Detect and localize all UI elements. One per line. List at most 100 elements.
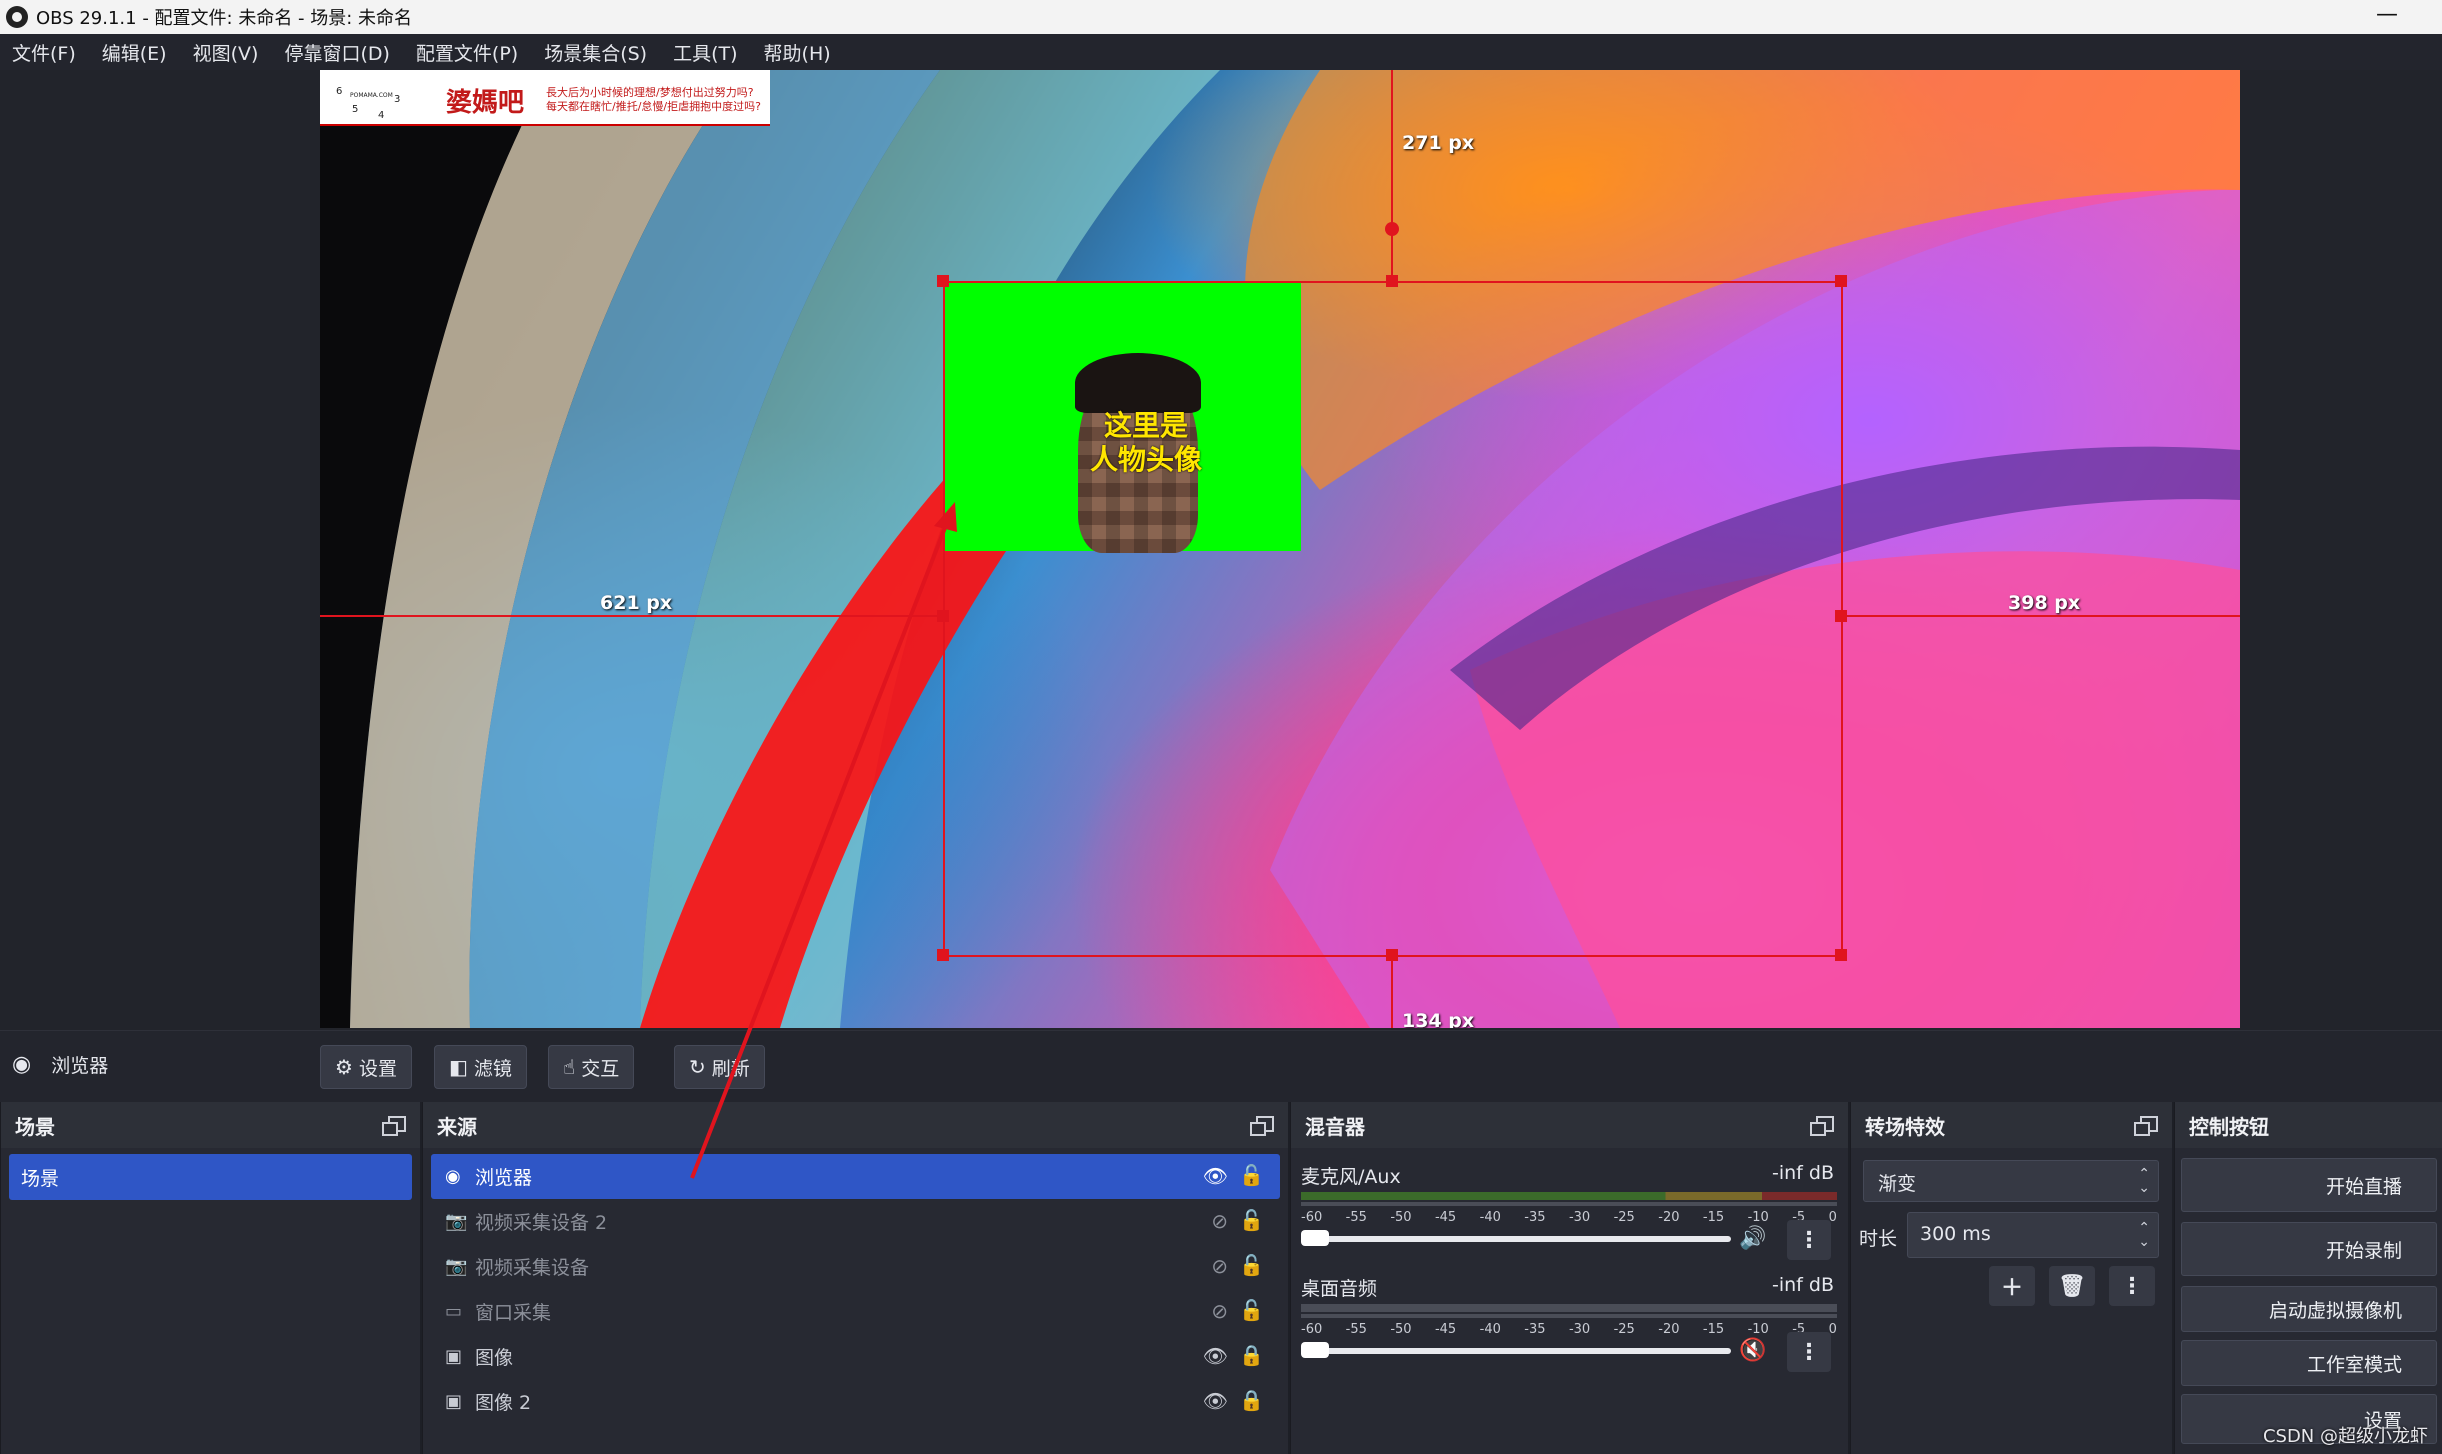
lock-closed-icon[interactable]: 🔒 [1239,1388,1264,1412]
scene-item-label: 场景 [21,1167,60,1190]
volume-slider-knob[interactable] [1301,1342,1329,1358]
channel-menu-button[interactable]: ⋮ [1787,1220,1831,1260]
start-virtual-camera-button[interactable]: 启动虚拟摄像机 [2181,1286,2437,1332]
source-item-video-capture-2[interactable]: 📷 视频采集设备 2 ⊘ 🔓 [431,1199,1280,1244]
menu-edit[interactable]: 编辑(E) [102,39,167,66]
controls-dock-header: 控制按钮 [2175,1102,2442,1148]
volume-slider[interactable] [1301,1348,1731,1354]
menu-view[interactable]: 视图(V) [193,39,259,66]
properties-button[interactable]: ⚙ 设置 [320,1045,412,1089]
resize-handle-bl[interactable] [937,949,949,961]
scale-tick: -30 [1568,1210,1591,1225]
undock-icon[interactable] [2134,1116,2158,1136]
lock-open-icon[interactable]: 🔓 [1239,1163,1264,1187]
scale-tick: -45 [1434,1322,1457,1337]
interact-button[interactable]: ☝ 交互 [548,1045,635,1089]
volume-meter [1301,1304,1837,1312]
undock-icon[interactable] [382,1116,406,1136]
refresh-icon: ↻ [689,1055,706,1079]
duration-input[interactable]: 300 ms ⌃ ⌄ [1907,1212,2159,1258]
eye-icon[interactable]: 👁 [1203,1389,1228,1413]
channel-name: 桌面音频 [1301,1278,1378,1300]
lock-open-icon[interactable]: 🔓 [1239,1298,1264,1322]
menu-file[interactable]: 文件(F) [12,39,76,66]
start-recording-button[interactable]: 开始录制 [2181,1222,2437,1276]
camera-icon: 📷 [445,1256,468,1277]
source-item-window-capture[interactable]: ▭ 窗口采集 ⊘ 🔓 [431,1289,1280,1334]
lock-open-icon[interactable]: 🔓 [1239,1253,1264,1277]
hand-pointer-icon: ☝ [563,1055,576,1079]
resize-handle-tl[interactable] [937,275,949,287]
eye-icon[interactable]: 👁 [1203,1344,1228,1368]
resize-handle-b[interactable] [1386,949,1398,961]
distance-label-top: 271 px [1402,132,1475,154]
volume-meter [1301,1192,1837,1200]
menu-tools[interactable]: 工具(T) [673,39,737,66]
preview-area[interactable]: 6 3 5 4 POMAMA.COM 婆媽吧 長大后为小时候的理想/梦想付出过努… [0,70,2442,1030]
menu-bar: 文件(F) 编辑(E) 视图(V) 停靠窗口(D) 配置文件(P) 场景集合(S… [0,34,2442,70]
scale-tick: -25 [1613,1210,1635,1225]
refresh-button[interactable]: ↻ 刷新 [674,1045,765,1089]
source-item-image-2[interactable]: ▣ 图像 2 👁 🔒 [431,1379,1280,1424]
channel-db: -inf dB [1771,1274,1834,1296]
resize-handle-br[interactable] [1835,949,1847,961]
scale-tick: -30 [1568,1322,1591,1337]
spin-arrows-icon[interactable]: ⌃ ⌄ [2138,1221,2150,1249]
kebab-icon: ⋮ [2121,1273,2143,1299]
studio-mode-button[interactable]: 工作室模式 [2181,1340,2437,1386]
start-streaming-button[interactable]: 开始直播 [2181,1158,2437,1212]
source-item-label: 窗口采集 [475,1302,552,1324]
resize-handle-t[interactable] [1386,275,1398,287]
scene-item[interactable]: 场景 [9,1154,412,1200]
source-item-label: 图像 [475,1347,514,1369]
menu-profile[interactable]: 配置文件(P) [416,39,518,66]
interact-label: 交互 [581,1057,620,1080]
scale-tick: -60 [1301,1322,1323,1337]
preview-canvas[interactable]: 6 3 5 4 POMAMA.COM 婆媽吧 長大后为小时候的理想/梦想付出过努… [320,70,2240,1028]
source-item-video-capture[interactable]: 📷 视频采集设备 ⊘ 🔓 [431,1244,1280,1289]
menu-help[interactable]: 帮助(H) [764,39,831,66]
channel-menu-button[interactable]: ⋮ [1787,1332,1831,1372]
eye-hidden-icon[interactable]: ⊘ [1211,1299,1228,1323]
clock-number: 3 [394,94,401,105]
transition-select-value: 渐变 [1878,1173,1917,1195]
eye-hidden-icon[interactable]: ⊘ [1211,1209,1228,1233]
filters-button[interactable]: ◧ 滤镜 [434,1045,527,1089]
resize-handle-r[interactable] [1835,610,1847,622]
undock-icon[interactable] [1810,1116,1834,1136]
remove-transition-button[interactable]: 🗑 [2049,1266,2095,1306]
properties-label: 设置 [358,1057,397,1080]
source-item-browser[interactable]: ◉ 浏览器 👁 🔓 [431,1154,1280,1199]
resize-handle-l[interactable] [937,610,949,622]
add-transition-button[interactable]: ＋ [1989,1266,2035,1306]
transition-menu-button[interactable]: ⋮ [2109,1266,2155,1306]
eye-icon[interactable]: 👁 [1203,1164,1228,1188]
undock-icon[interactable] [1250,1116,1274,1136]
lock-open-icon[interactable]: 🔓 [1239,1208,1264,1232]
selected-source: ◉ 浏览器 [12,1051,108,1078]
window-title: OBS 29.1.1 - 配置文件: 未命名 - 场景: 未命名 [36,8,413,29]
sources-dock-header: 来源 [423,1102,1288,1148]
transitions-dock-header: 转场特效 [1851,1102,2172,1148]
volume-slider[interactable] [1301,1236,1731,1242]
lock-closed-icon[interactable]: 🔒 [1239,1343,1264,1367]
scenes-dock-header: 场景 [1,1102,420,1148]
selection-bounding-box[interactable] [943,281,1843,957]
transition-select[interactable]: 渐变 ⌃ ⌄ [1863,1160,2159,1202]
resize-handle-tr[interactable] [1835,275,1847,287]
speaker-icon[interactable]: 🔊 [1739,1226,1766,1251]
menu-docks[interactable]: 停靠窗口(D) [284,39,389,66]
minimize-button[interactable]: — [2376,2,2398,27]
trash-icon: 🗑 [2058,1273,2086,1299]
speaker-muted-icon[interactable]: 🔇 [1739,1338,1766,1363]
window-icon: ▭ [445,1301,463,1322]
scale-tick: -45 [1434,1210,1457,1225]
title-bar: OBS 29.1.1 - 配置文件: 未命名 - 场景: 未命名 — [0,0,2442,34]
menu-scene-collection[interactable]: 场景集合(S) [544,39,647,66]
controls-dock-title: 控制按钮 [2189,1114,2269,1139]
volume-slider-knob[interactable] [1301,1230,1329,1246]
banner-subtitle: 長大后为小时候的理想/梦想付出过努力吗? 每天都在瞎忙/推托/怠慢/拒虐拥抱中度… [546,86,761,113]
eye-hidden-icon[interactable]: ⊘ [1211,1254,1228,1278]
guide-top-handle[interactable] [1385,222,1399,236]
source-item-image[interactable]: ▣ 图像 👁 🔒 [431,1334,1280,1379]
